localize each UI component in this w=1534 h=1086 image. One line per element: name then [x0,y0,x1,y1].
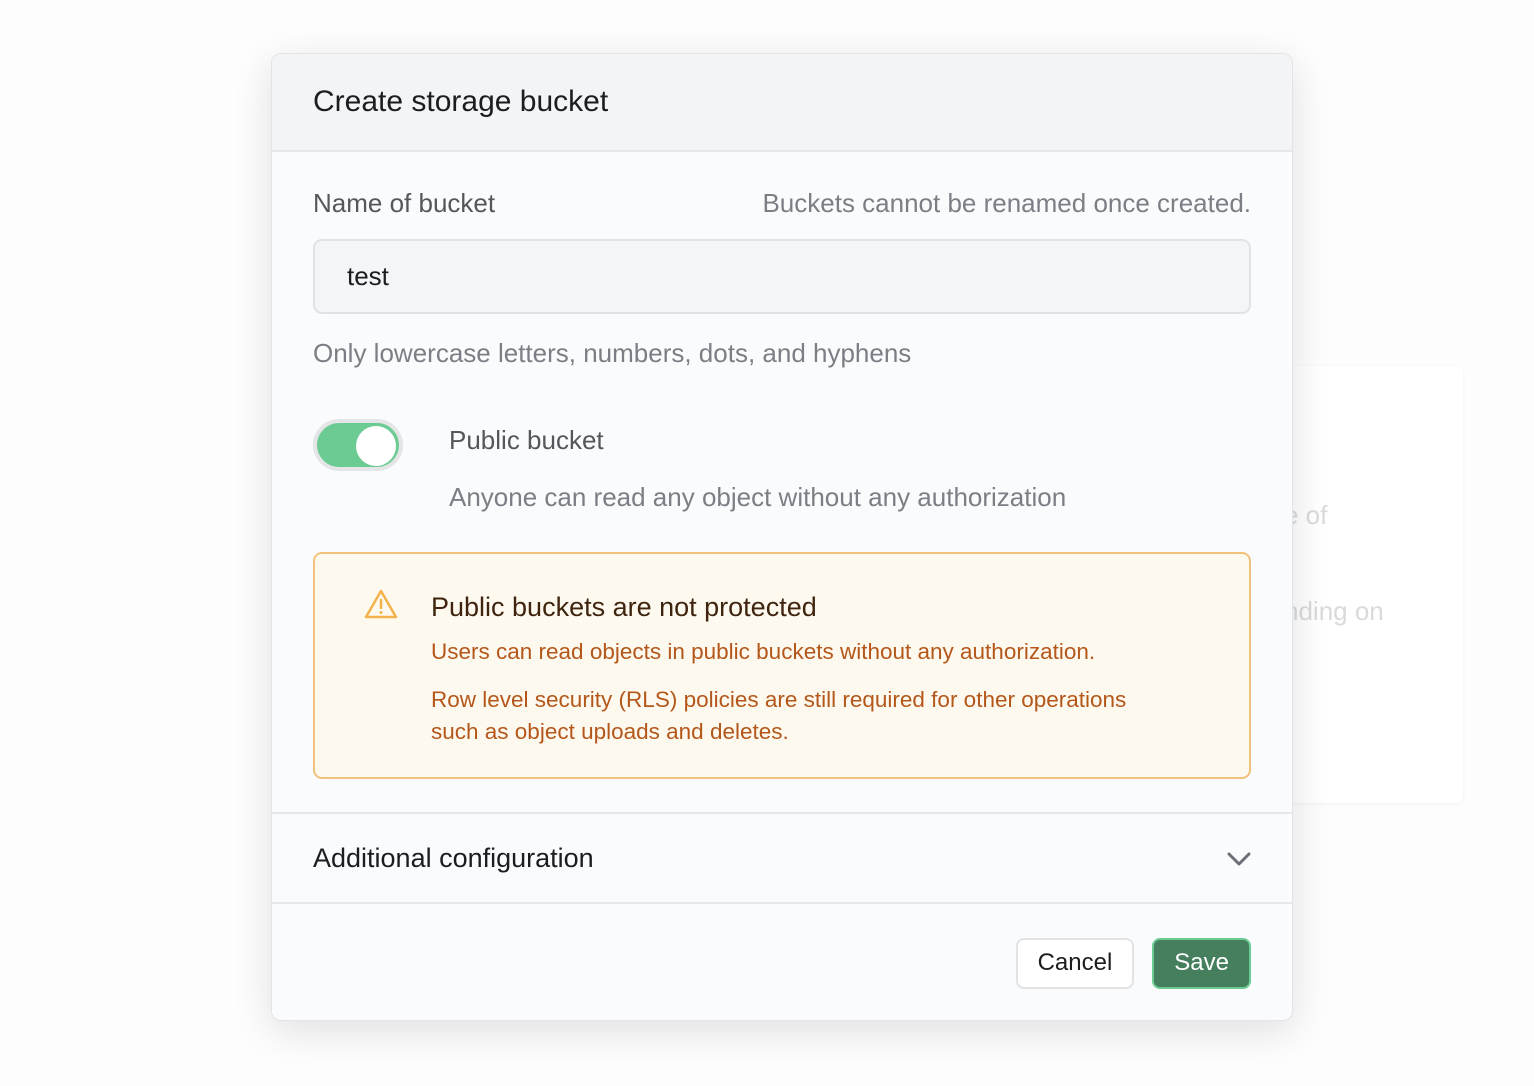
public-bucket-label: Public bucket [449,425,604,455]
toggle-knob [356,426,396,466]
warning-alert: Public buckets are not protected Users c… [313,552,1251,779]
warning-triangle-icon [363,588,399,625]
bucket-name-help: Only lowercase letters, numbers, dots, a… [313,338,912,368]
cancel-button[interactable]: Cancel [1015,937,1135,989]
alert-text: Row level security (RLS) policies are st… [431,687,1127,712]
public-bucket-description: Anyone can read any object without any a… [449,482,1067,512]
save-button[interactable]: Save [1152,937,1251,989]
additional-configuration-label: Additional configuration [313,842,594,873]
bucket-name-label: Name of bucket [313,188,496,218]
alert-text: such as object uploads and deletes. [431,719,789,744]
create-bucket-modal: Create storage bucket Name of bucket Buc… [271,53,1293,1021]
additional-configuration-toggle[interactable]: Additional configuration [272,812,1292,902]
bucket-name-input[interactable] [313,239,1251,314]
bucket-name-hint: Buckets cannot be renamed once created. [762,188,1251,218]
chevron-down-icon [1227,843,1251,874]
public-bucket-toggle[interactable] [313,419,403,471]
background-text: nding on [1284,596,1384,626]
alert-title: Public buckets are not protected [431,592,817,622]
modal-footer: Cancel Save [272,902,1292,1020]
modal-body: Name of bucket Buckets cannot be renamed… [272,152,1292,812]
alert-text: Users can read objects in public buckets… [431,639,1096,664]
modal-header: Create storage bucket [272,54,1292,152]
modal-title: Create storage bucket [313,85,609,118]
